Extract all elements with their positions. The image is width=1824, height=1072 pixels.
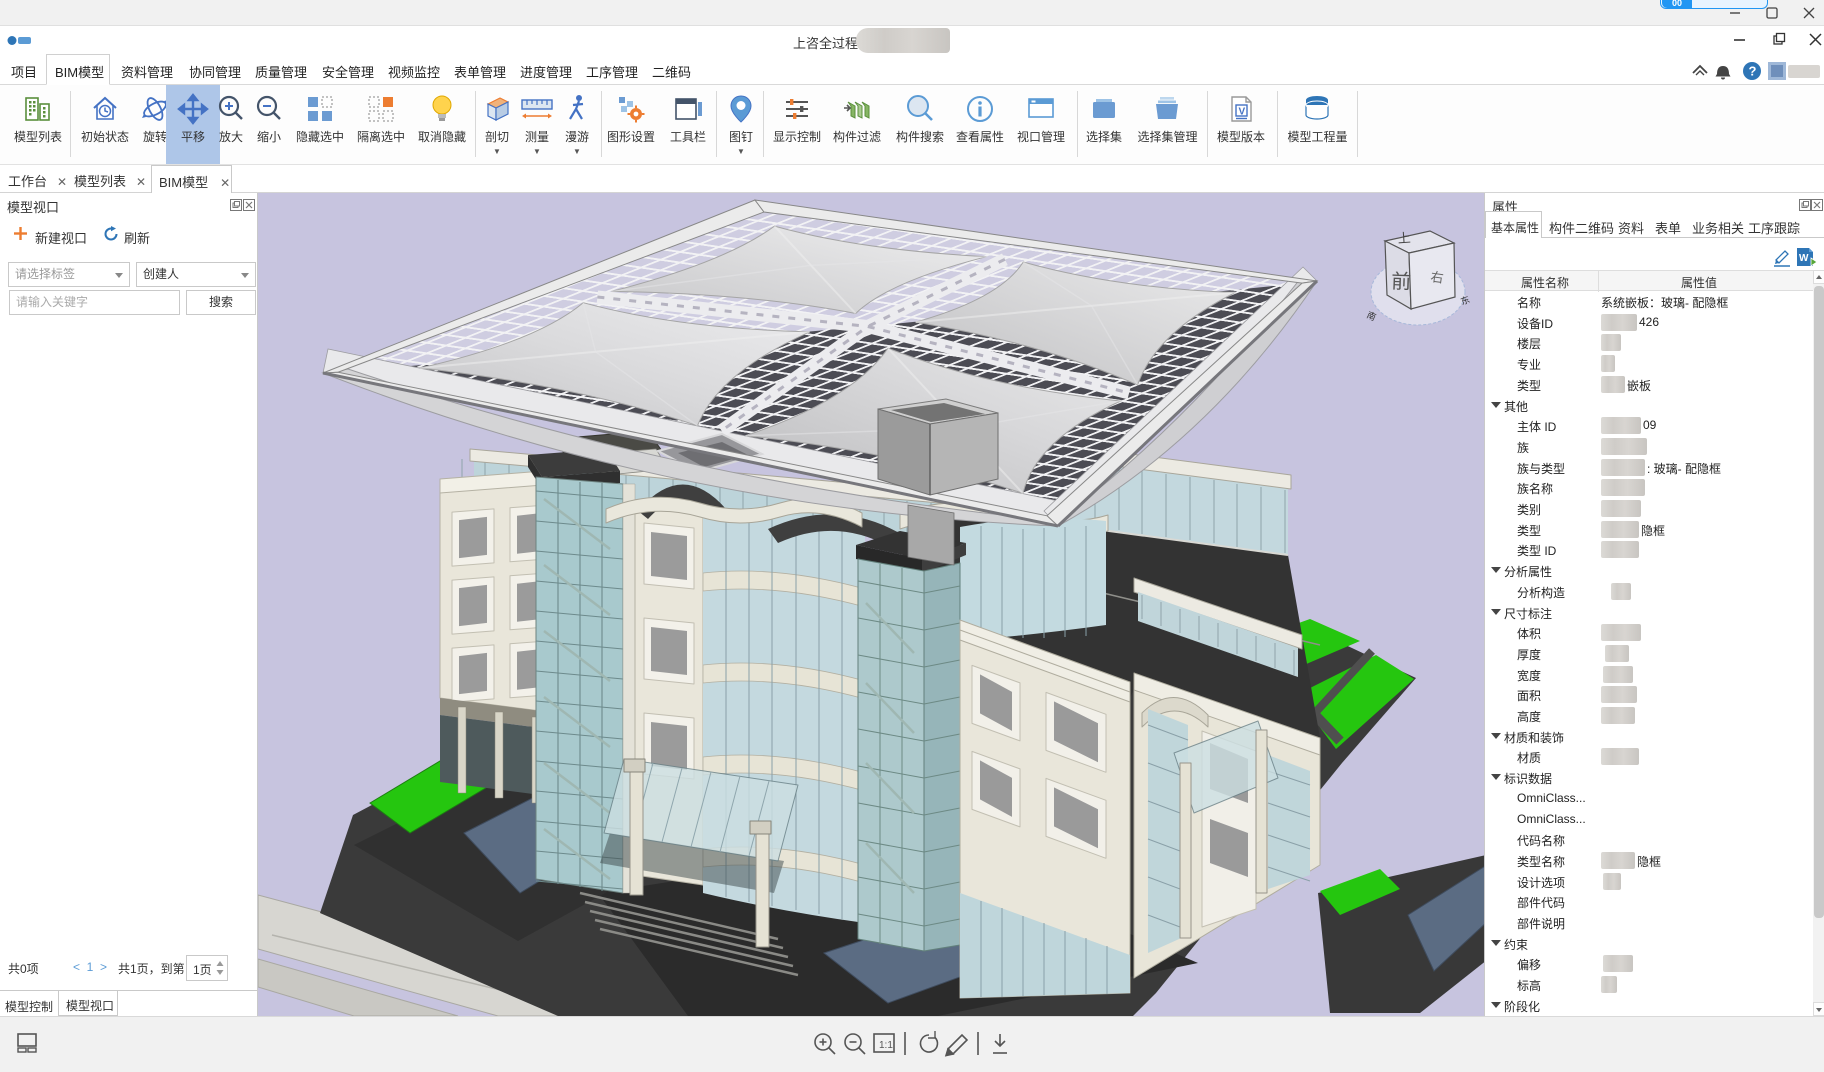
svg-text:上: 上 [1397,230,1411,246]
svg-text:右: 右 [1430,269,1445,286]
svg-text:W: W [1799,253,1809,264]
svg-text:南: 南 [1365,309,1378,323]
svg-text:前: 前 [1391,270,1412,294]
svg-text:?: ? [1749,64,1757,79]
svg-text:1:1: 1:1 [879,1040,893,1051]
svg-text:V: V [1239,107,1246,118]
